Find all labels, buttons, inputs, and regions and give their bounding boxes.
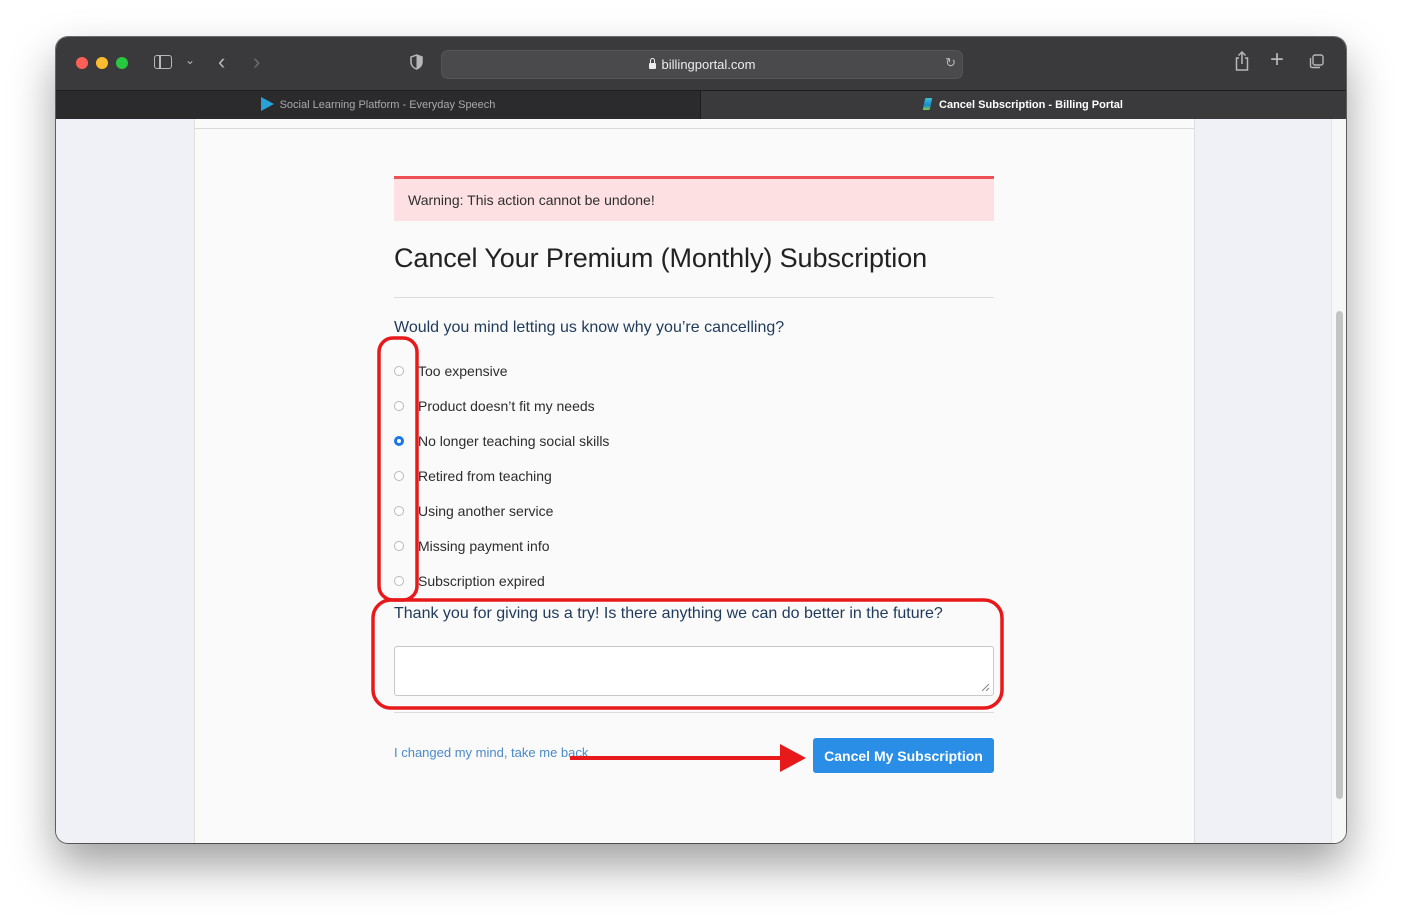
reason-label: Missing payment info — [418, 538, 550, 554]
reason-radio[interactable] — [394, 471, 404, 481]
feedback-textarea[interactable] — [394, 646, 994, 696]
reason-option[interactable]: No longer teaching social skills — [394, 432, 794, 452]
everyday-speech-favicon-icon — [260, 97, 274, 112]
browser-window: ⌄ ‹ › billingportal.com ↻ + Social Learn… — [56, 37, 1346, 843]
divider — [394, 297, 994, 298]
cancel-subscription-button[interactable]: Cancel My Subscription — [813, 738, 994, 773]
forward-icon[interactable]: › — [253, 49, 260, 75]
page-viewport: Warning: This action cannot be undone! C… — [56, 119, 1346, 843]
reason-radio[interactable] — [394, 541, 404, 551]
reason-option[interactable]: Product doesn’t fit my needs — [394, 397, 794, 417]
reload-icon[interactable]: ↻ — [945, 55, 956, 71]
reason-radio[interactable] — [394, 506, 404, 516]
tab-title: Social Learning Platform - Everyday Spee… — [279, 99, 496, 111]
zoom-window-button[interactable] — [116, 57, 128, 69]
reason-label: Subscription expired — [418, 573, 545, 589]
scrollbar-track[interactable] — [1331, 119, 1346, 843]
url-text: billingportal.com — [661, 57, 756, 72]
tab-everyday-speech[interactable]: Social Learning Platform - Everyday Spee… — [56, 91, 701, 119]
feedback-question: Thank you for giving us a try! Is there … — [394, 605, 943, 622]
reason-radio[interactable] — [394, 401, 404, 411]
reason-option[interactable]: Subscription expired — [394, 572, 794, 592]
reason-option[interactable]: Retired from teaching — [394, 467, 794, 487]
reason-label: No longer teaching social skills — [418, 433, 610, 449]
page-card: Warning: This action cannot be undone! C… — [194, 119, 1195, 843]
reason-label: Retired from teaching — [418, 468, 552, 484]
sidebar-toggle-icon[interactable] — [154, 55, 172, 69]
reason-label: Product doesn’t fit my needs — [418, 398, 595, 414]
warning-alert: Warning: This action cannot be undone! — [394, 176, 994, 221]
address-bar[interactable]: billingportal.com ↻ — [441, 50, 963, 79]
tab-title: Cancel Subscription - Billing Portal — [939, 99, 1123, 111]
reason-radio[interactable] — [394, 436, 404, 446]
browser-toolbar: ⌄ ‹ › billingportal.com ↻ + — [56, 37, 1346, 90]
reason-label: Using another service — [418, 503, 554, 519]
tab-overview-icon[interactable] — [1309, 54, 1324, 69]
minimize-window-button[interactable] — [96, 57, 108, 69]
reason-option[interactable]: Too expensive — [394, 362, 794, 382]
tab-bar: Social Learning Platform - Everyday Spee… — [56, 90, 1346, 119]
chevron-down-icon[interactable]: ⌄ — [185, 53, 195, 67]
shield-icon[interactable] — [410, 54, 423, 70]
go-back-link[interactable]: I changed my mind, take me back — [394, 745, 588, 760]
reason-radio[interactable] — [394, 366, 404, 376]
divider — [394, 712, 994, 713]
billing-portal-favicon-icon — [922, 98, 933, 111]
new-tab-icon[interactable]: + — [1270, 46, 1284, 74]
lock-icon — [648, 58, 656, 69]
header-divider — [195, 128, 1194, 129]
scrollbar-thumb[interactable] — [1336, 311, 1343, 799]
resize-handle-icon[interactable] — [981, 683, 990, 692]
back-icon[interactable]: ‹ — [218, 49, 225, 75]
reason-label: Too expensive — [418, 363, 508, 379]
page-title: Cancel Your Premium (Monthly) Subscripti… — [394, 243, 928, 273]
close-window-button[interactable] — [76, 57, 88, 69]
share-icon[interactable] — [1234, 50, 1250, 72]
reason-radio[interactable] — [394, 576, 404, 586]
reason-option[interactable]: Using another service — [394, 502, 794, 522]
reason-question: Would you mind letting us know why you’r… — [394, 319, 785, 336]
reason-option[interactable]: Missing payment info — [394, 537, 794, 557]
tab-billing-portal[interactable]: Cancel Subscription - Billing Portal — [701, 91, 1346, 119]
